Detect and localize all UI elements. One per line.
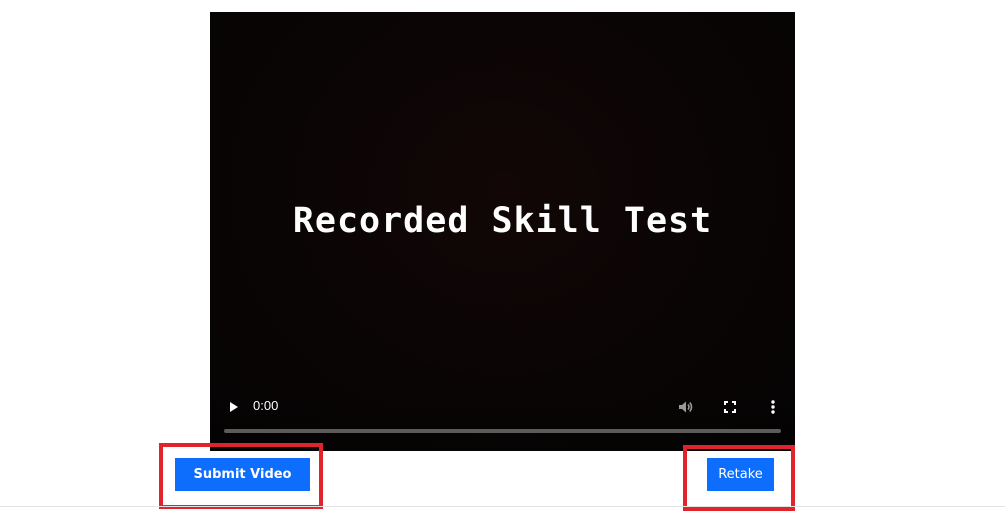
more-options-button[interactable] [764,398,782,416]
fullscreen-button[interactable] [721,398,739,416]
play-icon [230,402,238,412]
video-title-overlay: Recorded Skill Test [292,201,713,241]
progress-bar[interactable] [224,429,781,433]
page: Recorded Skill Test 0:00 Submit Video Re… [0,0,1005,521]
more-options-icon [771,400,775,414]
fullscreen-icon [724,401,736,413]
volume-icon [679,401,693,413]
video-player[interactable]: Recorded Skill Test 0:00 [210,12,795,451]
retake-button[interactable]: Retake [707,458,774,491]
controls-shade [210,381,795,451]
bottom-divider [0,506,1005,507]
play-button[interactable] [225,397,241,417]
mute-button[interactable] [677,398,695,416]
current-time: 0:00 [253,398,279,413]
submit-video-button[interactable]: Submit Video [175,458,310,491]
